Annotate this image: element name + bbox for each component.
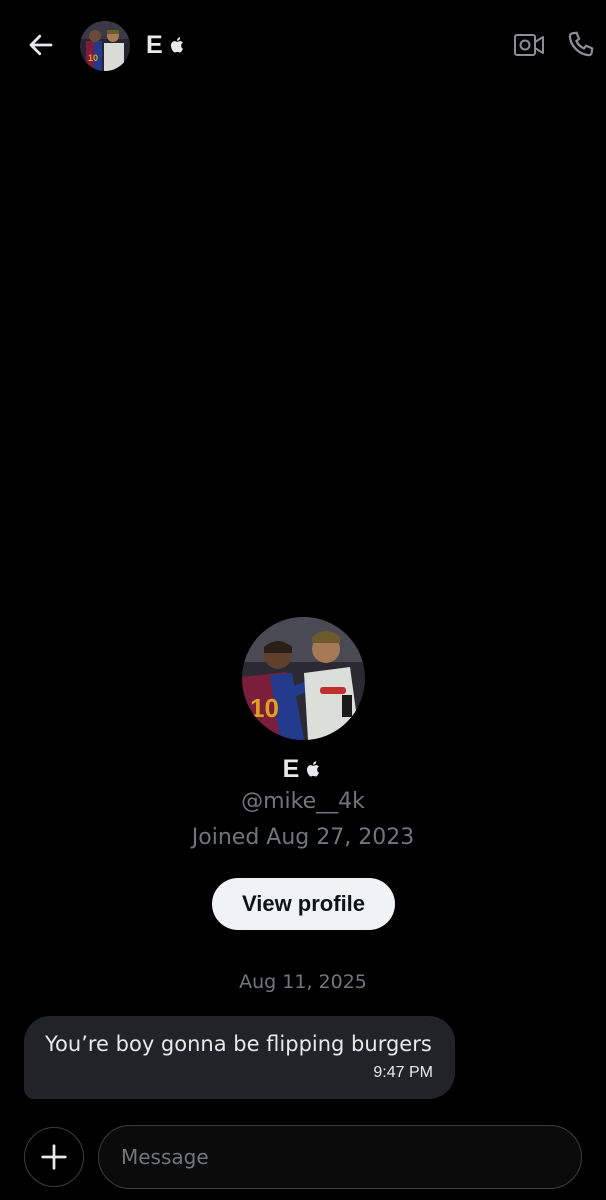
- plus-icon: [41, 1144, 67, 1170]
- message-bubble[interactable]: You’re boy gonna be flipping burgers 9:4…: [24, 1016, 455, 1099]
- phone-call-button[interactable]: [564, 27, 598, 61]
- message-text: You’re boy gonna be flipping burgers: [45, 1032, 432, 1056]
- svg-text:10: 10: [88, 53, 98, 63]
- profile-name-text: E: [282, 754, 300, 783]
- back-button[interactable]: [24, 28, 58, 62]
- phone-call-icon: [568, 31, 594, 57]
- apple-icon: [170, 37, 183, 53]
- profile-avatar-image: 10: [242, 617, 365, 740]
- header-avatar[interactable]: 10: [80, 21, 130, 71]
- svg-text:10: 10: [250, 693, 279, 723]
- view-profile-button[interactable]: View profile: [212, 878, 395, 930]
- avatar-image: 10: [80, 21, 130, 71]
- arrow-left-icon: [29, 34, 53, 56]
- add-attachment-button[interactable]: [24, 1127, 84, 1187]
- profile-joined-date: Joined Aug 27, 2023: [191, 825, 415, 850]
- video-call-button[interactable]: [512, 28, 546, 62]
- header-name[interactable]: E: [146, 28, 187, 62]
- profile-avatar[interactable]: 10: [242, 617, 365, 740]
- message-input[interactable]: [98, 1125, 582, 1189]
- video-call-icon: [514, 34, 544, 56]
- apple-icon: [307, 761, 320, 777]
- message-timestamp: 9:47 PM: [373, 1064, 433, 1081]
- profile-handle: @mike__4k: [241, 789, 365, 814]
- date-divider: Aug 11, 2025: [239, 971, 367, 993]
- profile-name: E: [0, 752, 606, 786]
- conversation-header: 10 E: [0, 0, 606, 90]
- header-name-text: E: [146, 30, 163, 59]
